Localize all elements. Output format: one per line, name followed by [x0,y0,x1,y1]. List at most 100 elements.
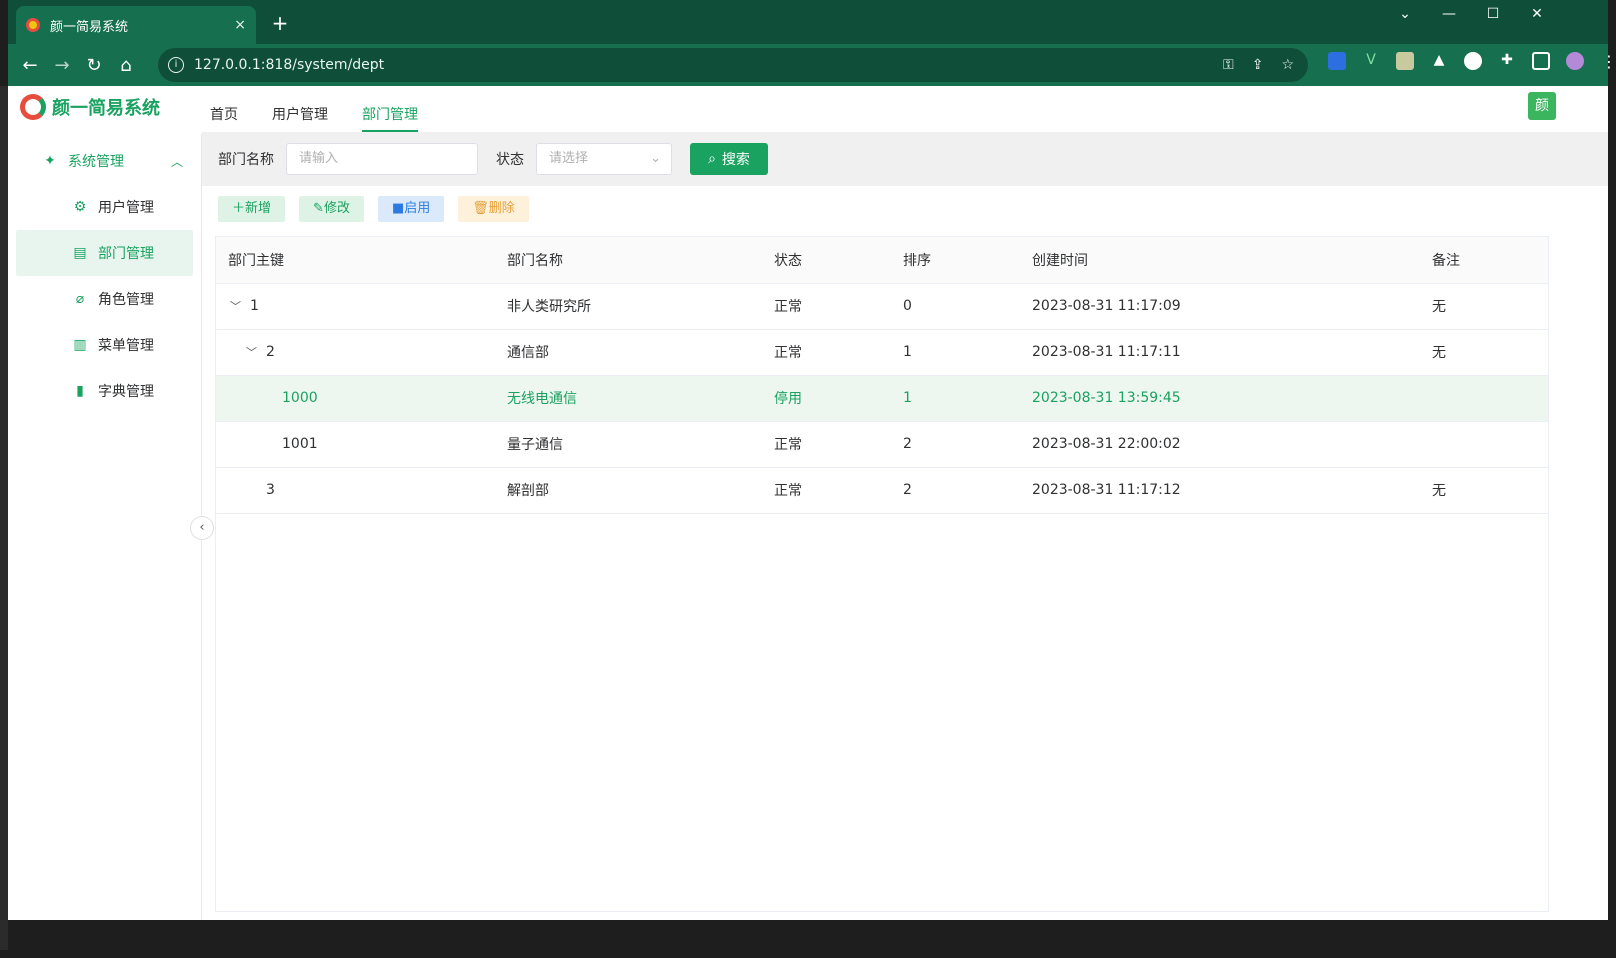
sidebar: ✦ 系统管理 ︿ ⚙ 用户管理 ▤ 部门管理 ⌀ 角色管理 ▥ 菜单管理 ▮ 字… [8,134,202,950]
share-icon[interactable]: ⇪ [1252,57,1264,73]
browser-tab[interactable]: 颜一简易系统 × [16,6,256,44]
trash-icon: 🗑 [472,201,489,216]
cell-created: 2023-08-31 11:17:12 [1020,467,1420,514]
cell-id: 1000 [216,375,495,422]
cell-name: 量子通信 [495,421,762,468]
chevron-up-icon: ︿ [170,154,183,169]
close-window-button[interactable]: ✕ [1522,6,1552,22]
col-header-created: 创建时间 [1020,237,1420,284]
sidebar-collapse-button[interactable]: ‹ [190,516,214,540]
top-nav: 首页 用户管理 部门管理 [210,104,418,132]
table-row[interactable]: 1001 量子通信 正常 2 2023-08-31 22:00:02 [216,421,1548,468]
sidebar-item-label: 字典管理 [98,384,154,400]
url-text[interactable]: 127.0.0.1:818/system/dept [194,57,384,73]
chevron-down-icon[interactable]: ﹀ [246,344,260,360]
sidebar-group-system[interactable]: ✦ 系统管理 ︿ [8,138,201,184]
site-info-icon[interactable]: i [168,57,184,73]
cell-remark [1420,421,1548,468]
cell-sort: 1 [891,375,1020,422]
cell-id-text: 2 [266,344,275,360]
tab-close-icon[interactable]: × [234,17,246,33]
download-extension-icon[interactable] [1396,52,1414,70]
avatar[interactable]: 颜 [1528,92,1556,120]
profile-avatar[interactable] [1566,52,1584,70]
cell-name: 无线电通信 [495,375,762,422]
plus-icon: ＋ [232,201,246,216]
cell-status: 正常 [762,329,891,376]
enable-button[interactable]: ■启用 [377,196,445,222]
cell-name: 非人类研究所 [495,283,762,330]
cell-status: 正常 [762,283,891,330]
sidebar-item-dept[interactable]: ▤ 部门管理 [16,230,193,276]
extension-icon[interactable] [1328,52,1346,70]
cell-sort: 2 [891,467,1020,514]
sidebar-group-label: 系统管理 [68,154,124,170]
circle-extension-icon[interactable] [1464,52,1482,70]
puzzle-icon[interactable]: ✚ [1498,52,1516,70]
cell-remark: 无 [1420,283,1548,330]
cell-status: 停用 [762,375,891,422]
address-bar-row: ← → ↻ ⌂ i 127.0.0.1:818/system/dept ⚿ ⇪ … [8,44,1616,86]
table-row[interactable]: ﹀ 1 非人类研究所 正常 0 2023-08-31 11:17:09 无 [216,283,1548,330]
new-tab-button[interactable]: + [268,12,292,36]
sidebar-item-label: 部门管理 [98,246,154,262]
menu-dots-icon[interactable]: ⋮ [1600,52,1616,71]
reload-icon[interactable]: ↻ [78,55,110,76]
col-header-sort: 排序 [891,237,1020,284]
back-icon[interactable]: ← [14,55,46,76]
sidebar-item-menus[interactable]: ▥ 菜单管理 [8,322,201,368]
table-row[interactable]: ﹀ 2 通信部 正常 1 2023-08-31 11:17:11 无 [216,329,1548,376]
url-bar[interactable]: i 127.0.0.1:818/system/dept ⚿ ⇪ ☆ [158,48,1308,82]
vue-devtools-icon[interactable]: V [1362,52,1380,70]
bookmark-star-icon[interactable]: ☆ [1281,57,1294,73]
cell-remark [1420,375,1548,422]
sidebar-item-roles[interactable]: ⌀ 角色管理 [8,276,201,322]
add-button[interactable]: ＋新增 [218,196,286,222]
bar-chart-icon: ▥ [73,337,87,353]
key-icon[interactable]: ⚿ [1223,57,1234,73]
sidepanel-icon[interactable] [1532,52,1550,70]
cell-status: 正常 [762,467,891,514]
dept-name-input[interactable]: 请输入 [286,143,478,175]
toolbar: ＋新增 ✎修改 ■启用 🗑删除 [218,196,529,222]
chevron-down-icon[interactable]: ﹀ [230,298,244,314]
delete-button[interactable]: 🗑删除 [458,196,529,222]
cell-remark: 无 [1420,467,1548,514]
search-button[interactable]: ⌕ 搜索 [690,143,768,175]
cell-id-text: 1000 [282,390,318,406]
home-icon[interactable]: ⌂ [110,55,142,76]
col-header-status: 状态 [762,237,891,284]
extensions-bar: V ▲ ✚ ⋮ [1328,52,1616,71]
cell-created: 2023-08-31 22:00:02 [1020,421,1420,468]
tab-search-icon[interactable]: ⌄ [1390,6,1420,22]
app-logo[interactable]: 颜一简易系统 [20,94,160,120]
status-select[interactable]: 请选择 ⌄ [536,143,672,175]
cell-id: ﹀ 1 [216,283,495,330]
cell-id-text: 3 [266,482,275,498]
tab-title: 颜一简易系统 [50,19,129,35]
search-icon: ⌕ [708,151,716,167]
cell-created: 2023-08-31 11:17:09 [1020,283,1420,330]
forward-icon[interactable]: → [46,55,78,76]
tab-home[interactable]: 首页 [210,104,238,132]
edit-icon: ✎ [313,201,324,216]
tab-dept-management[interactable]: 部门管理 [362,104,418,132]
cell-name: 通信部 [495,329,762,376]
main-content: 部门名称 请输入 状态 请选择 ⌄ ⌕ 搜索 ＋新增 ✎修改 ■启用 🗑删除 部… [202,132,1608,950]
maximize-button[interactable]: ☐ [1478,6,1508,22]
paperclip-icon: ⌀ [75,291,85,307]
minimize-button[interactable]: — [1434,6,1464,22]
cell-status: 正常 [762,421,891,468]
table-row[interactable]: 3 解剖部 正常 2 2023-08-31 11:17:12 无 [216,467,1548,514]
favicon-icon [26,18,40,32]
cell-id: ﹀ 2 [216,329,495,376]
edit-label: 修改 [323,201,350,216]
search-form: 部门名称 请输入 状态 请选择 ⌄ ⌕ 搜索 [202,132,1608,186]
edit-button[interactable]: ✎修改 [299,196,364,222]
table-row[interactable]: 1000 无线电通信 停用 1 2023-08-31 13:59:45 [216,375,1548,422]
triangle-extension-icon[interactable]: ▲ [1430,52,1448,70]
tab-user-management[interactable]: 用户管理 [272,104,328,132]
app-window: 颜一简易系统 首页 用户管理 部门管理 颜 ✦ 系统管理 ︿ ⚙ 用户管理 ▤ … [8,86,1608,950]
sidebar-item-dict[interactable]: ▮ 字典管理 [8,368,201,414]
sidebar-item-users[interactable]: ⚙ 用户管理 [8,184,201,230]
